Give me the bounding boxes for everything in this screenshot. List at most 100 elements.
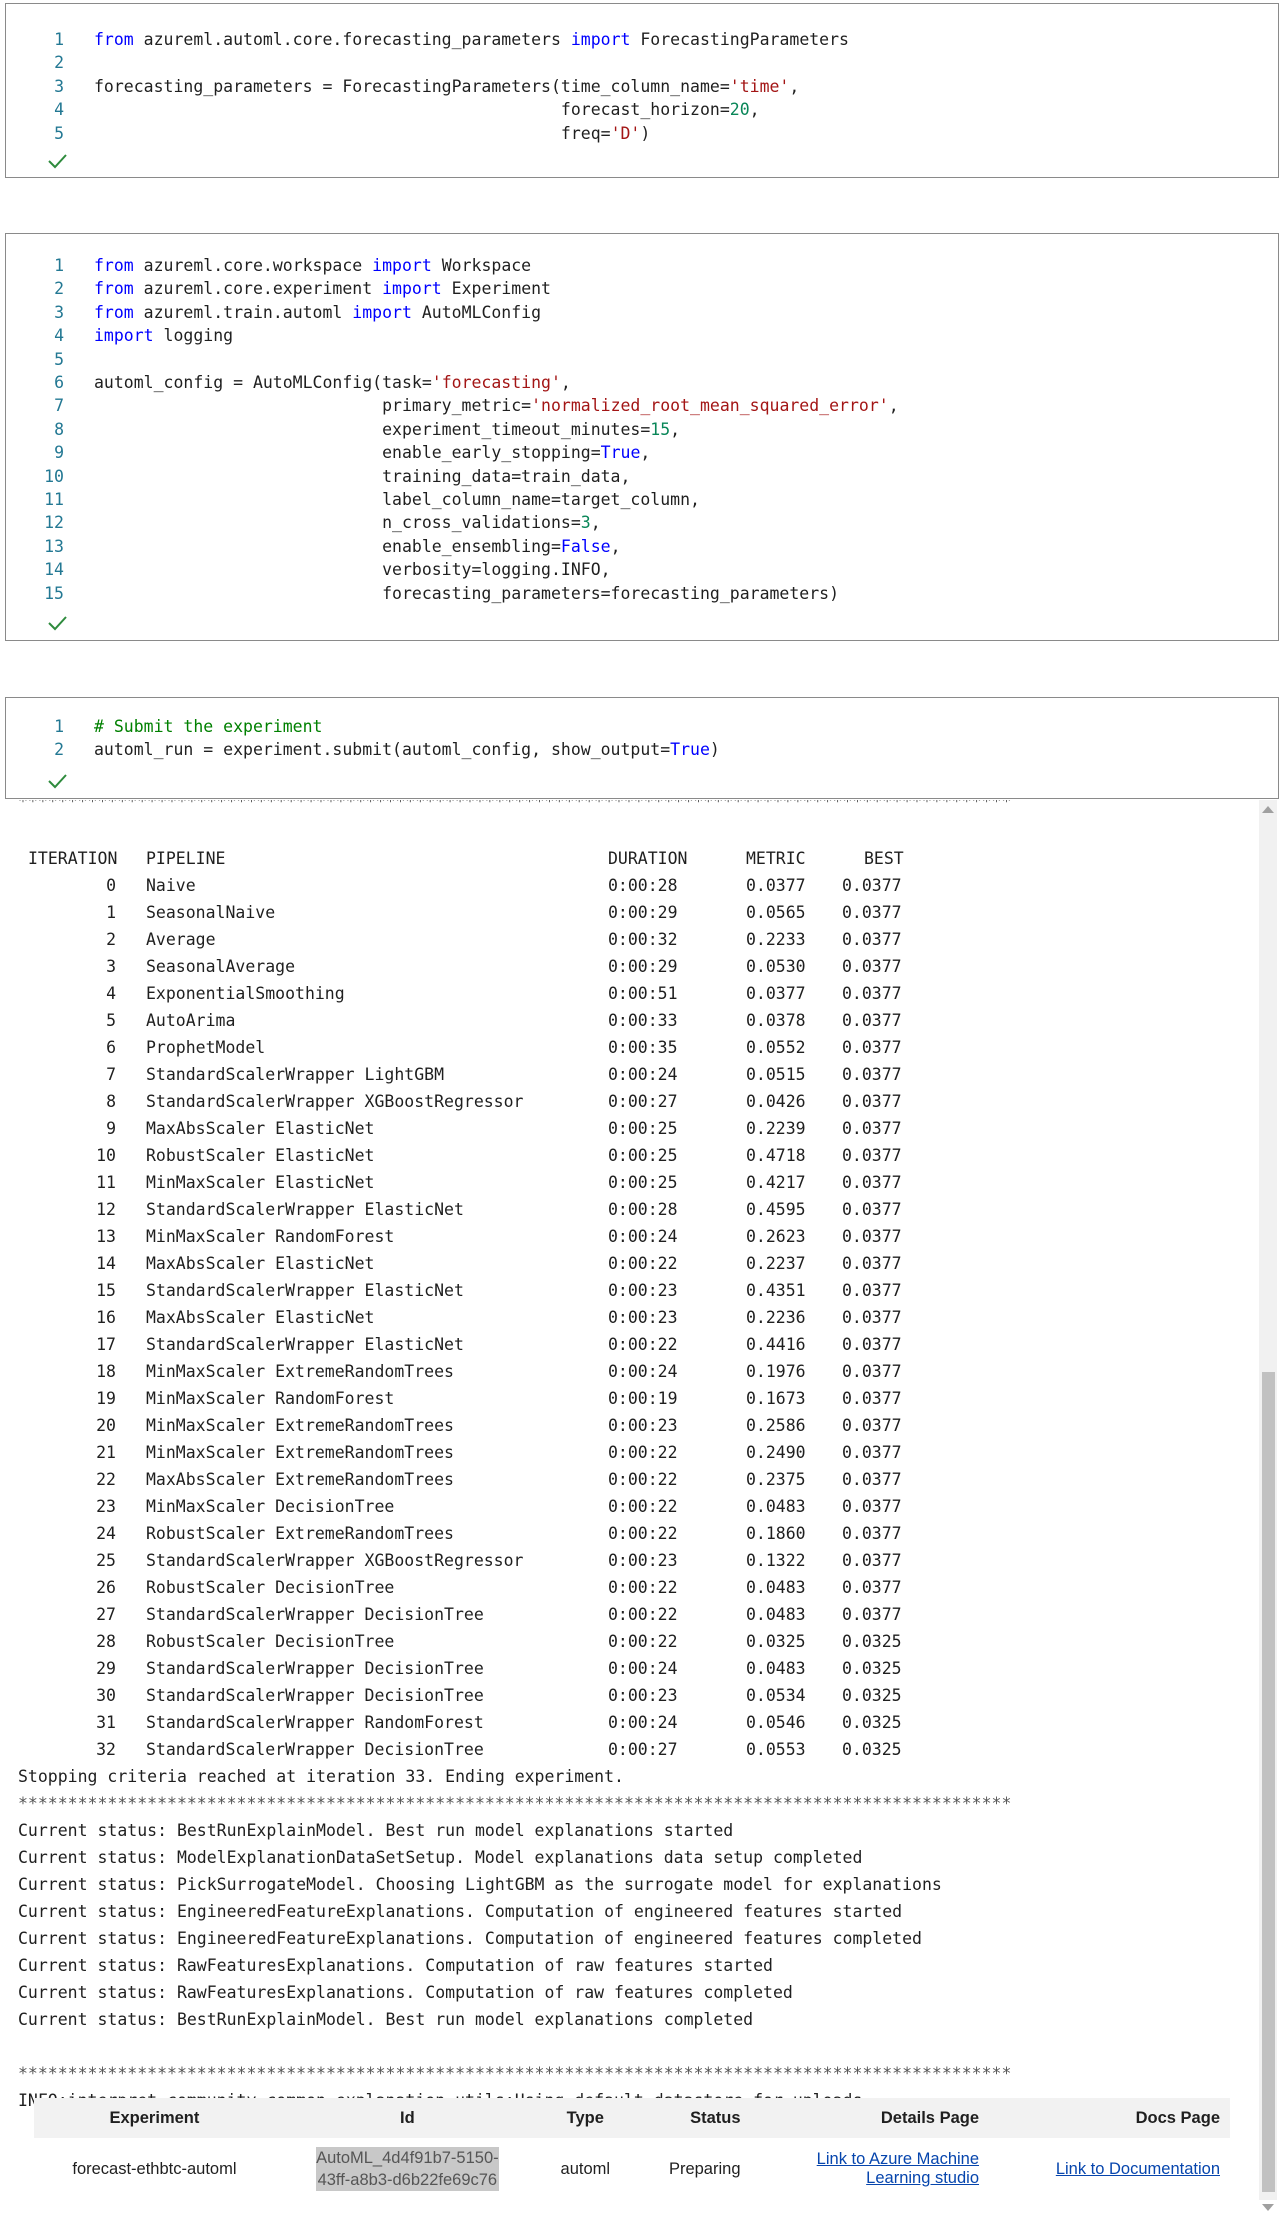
separator-stars: ****************************************… (18, 2064, 1012, 2083)
details-link-line1[interactable]: Link to Azure Machine (817, 2150, 979, 2168)
checkmark-icon (48, 616, 67, 631)
code-text: from azureml.train.automl import AutoMLC… (94, 302, 542, 322)
line-number: 14 (44, 560, 64, 580)
run-type: automl (560, 2159, 611, 2178)
code-text: training_data=train_data, (94, 466, 631, 486)
code-line[interactable]: 2 (6, 51, 1278, 74)
line-number: 1 (54, 30, 64, 49)
code-text: experiment_timeout_minutes=15, (94, 419, 681, 439)
scroll-up-arrow-icon[interactable] (1262, 806, 1274, 813)
code-text: automl_run = experiment.submit(automl_co… (94, 740, 720, 760)
code-text: from azureml.core.experiment import Expe… (94, 279, 551, 299)
run-status: Preparing (668, 2159, 741, 2178)
code-line[interactable]: 9 enable_early_stopping=True, (6, 441, 1278, 464)
status-line: Current status: ModelExplanationDataSetS… (18, 1848, 863, 1867)
col-details: Details Page (750, 2098, 990, 2138)
checkmark-icon (48, 774, 67, 789)
code-text: from azureml.automl.core.forecasting_par… (94, 30, 849, 49)
code-text: verbosity=logging.INFO, (94, 560, 611, 580)
code-text: n_cross_validations=3, (94, 513, 601, 533)
code-text: forecasting_parameters=forecasting_param… (94, 583, 840, 603)
code-text: freq='D') (94, 123, 651, 143)
code-line[interactable]: 3 from azureml.train.automl import AutoML… (6, 301, 1278, 324)
separator-stars: ****************************************… (18, 1794, 1012, 1813)
code-line[interactable]: 12 n_cross_validations=3, (6, 511, 1278, 534)
code-cell-2[interactable]: 1 from azureml.core.workspace import Work… (5, 233, 1279, 641)
code-line[interactable]: 2 from azureml.core.experiment import Exp… (6, 277, 1278, 300)
scroll-down-arrow-icon[interactable] (1262, 2204, 1274, 2211)
code-line[interactable]: 4 forecast_horizon=20, (6, 98, 1278, 121)
line-number: 2 (54, 740, 64, 760)
run-id-line1: AutoML_4d4f91b7-5150- (316, 2149, 499, 2167)
code-line[interactable]: 1 from azureml.core.workspace import Work… (6, 254, 1278, 277)
status-line: Current status: PickSurrogateModel. Choo… (18, 1875, 942, 1894)
code-line[interactable]: 5 freq='D') (6, 122, 1278, 145)
line-number: 2 (54, 279, 64, 299)
code-line[interactable]: 14 verbosity=logging.INFO, (6, 558, 1278, 581)
line-number: 10 (44, 466, 64, 486)
code-line[interactable]: 11 label_column_name=target_column, (6, 488, 1278, 511)
col-experiment: Experiment (34, 2098, 275, 2138)
code-text: from azureml.core.workspace import Works… (94, 256, 532, 275)
header-pipeline: PIPELINE (146, 849, 226, 868)
header-duration: DURATION (608, 849, 688, 868)
run-id-line2: 43ff-a8b3-d6b22fe69c76 (317, 2171, 498, 2189)
code-text: enable_early_stopping=True, (94, 443, 651, 463)
status-line: Current status: BestRunExplainModel. Bes… (18, 1821, 734, 1840)
code-text: import logging (94, 326, 234, 346)
code-text: forecast_horizon=20, (94, 100, 760, 120)
code-line[interactable]: 2 automl_run = experiment.submit(automl_c… (6, 738, 1278, 761)
header-best: BEST (864, 849, 904, 868)
status-line: Current status: RawFeaturesExplanations.… (18, 1983, 793, 2002)
experiment-name: forecast-ethbtc-automl (72, 2159, 237, 2178)
code-line[interactable]: 1 # Submit the experiment (6, 715, 1278, 738)
code-line[interactable]: 15 forecasting_parameters=forecasting_pa… (6, 582, 1278, 605)
col-status: Status (630, 2098, 751, 2138)
code-line[interactable]: 5 (6, 348, 1278, 371)
details-link-line2[interactable]: Learning studio (866, 2169, 979, 2187)
scrollbar-thumb[interactable] (1262, 1372, 1275, 2192)
status-line: Current status: RawFeaturesExplanations.… (18, 1956, 773, 1975)
code-text: automl_config = AutoMLConfig(task='forec… (94, 373, 571, 392)
code-text: label_column_name=target_column, (94, 490, 700, 509)
line-number: 1 (54, 717, 64, 736)
line-number: 3 (54, 76, 64, 96)
code-cell-3[interactable]: 1 # Submit the experiment 2 automl_run = ex… (5, 697, 1279, 799)
col-type: Type (539, 2098, 631, 2138)
code-line[interactable]: 6 automl_config = AutoMLConfig(task='fore… (6, 371, 1278, 394)
line-number: 5 (54, 123, 64, 143)
line-number: 4 (54, 326, 64, 346)
line-number: 9 (54, 443, 64, 463)
status-line: Current status: EngineeredFeatureExplana… (18, 1902, 903, 1921)
code-line[interactable]: 3 forecasting_parameters = ForecastingPar… (6, 75, 1278, 98)
line-number: 8 (54, 419, 64, 439)
line-number: 7 (54, 396, 64, 416)
code-line[interactable]: 4 import logging (6, 324, 1278, 347)
line-number: 6 (54, 373, 64, 392)
docs-link[interactable]: Link to Documentation (989, 2138, 1230, 2200)
stopping-message: Stopping criteria reached at iteration 3… (18, 1767, 624, 1786)
docs-link-text[interactable]: Link to Documentation (1056, 2160, 1220, 2178)
line-number: 1 (54, 256, 64, 275)
line-number: 3 (54, 302, 64, 322)
code-line[interactable]: 10 training_data=train_data, (6, 465, 1278, 488)
separator-stars: ****************************************… (18, 800, 1012, 811)
code-text: forecasting_parameters = ForecastingPara… (94, 76, 800, 96)
status-line: Current status: BestRunExplainModel. Bes… (18, 2010, 754, 2029)
line-number: 5 (54, 349, 64, 369)
line-number: 15 (44, 583, 64, 603)
line-number: 13 (44, 536, 64, 556)
code-line[interactable]: 13 enable_ensembling=False, (6, 535, 1278, 558)
status-line: Current status: EngineeredFeatureExplana… (18, 1929, 922, 1948)
run-id[interactable]: AutoML_4d4f91b7-5150- 43ff-a8b3-d6b22fe69… (275, 2138, 540, 2200)
code-line[interactable]: 8 experiment_timeout_minutes=15, (6, 418, 1278, 441)
col-id: Id (274, 2098, 540, 2138)
code-line[interactable]: 1 from azureml.automl.core.forecasting_pa… (6, 28, 1278, 51)
code-line[interactable]: 7 primary_metric='normalized_root_mean_s… (6, 394, 1278, 417)
line-number: 11 (44, 490, 64, 509)
checkmark-icon (48, 154, 67, 169)
table-header-row: Experiment Id Type Status Details Page D… (34, 2098, 1230, 2138)
code-text: # Submit the experiment (94, 717, 323, 736)
code-cell-1[interactable]: 1 from azureml.automl.core.forecasting_pa… (5, 3, 1279, 178)
details-link[interactable]: Link to Azure Machine Learning studio (751, 2138, 990, 2200)
